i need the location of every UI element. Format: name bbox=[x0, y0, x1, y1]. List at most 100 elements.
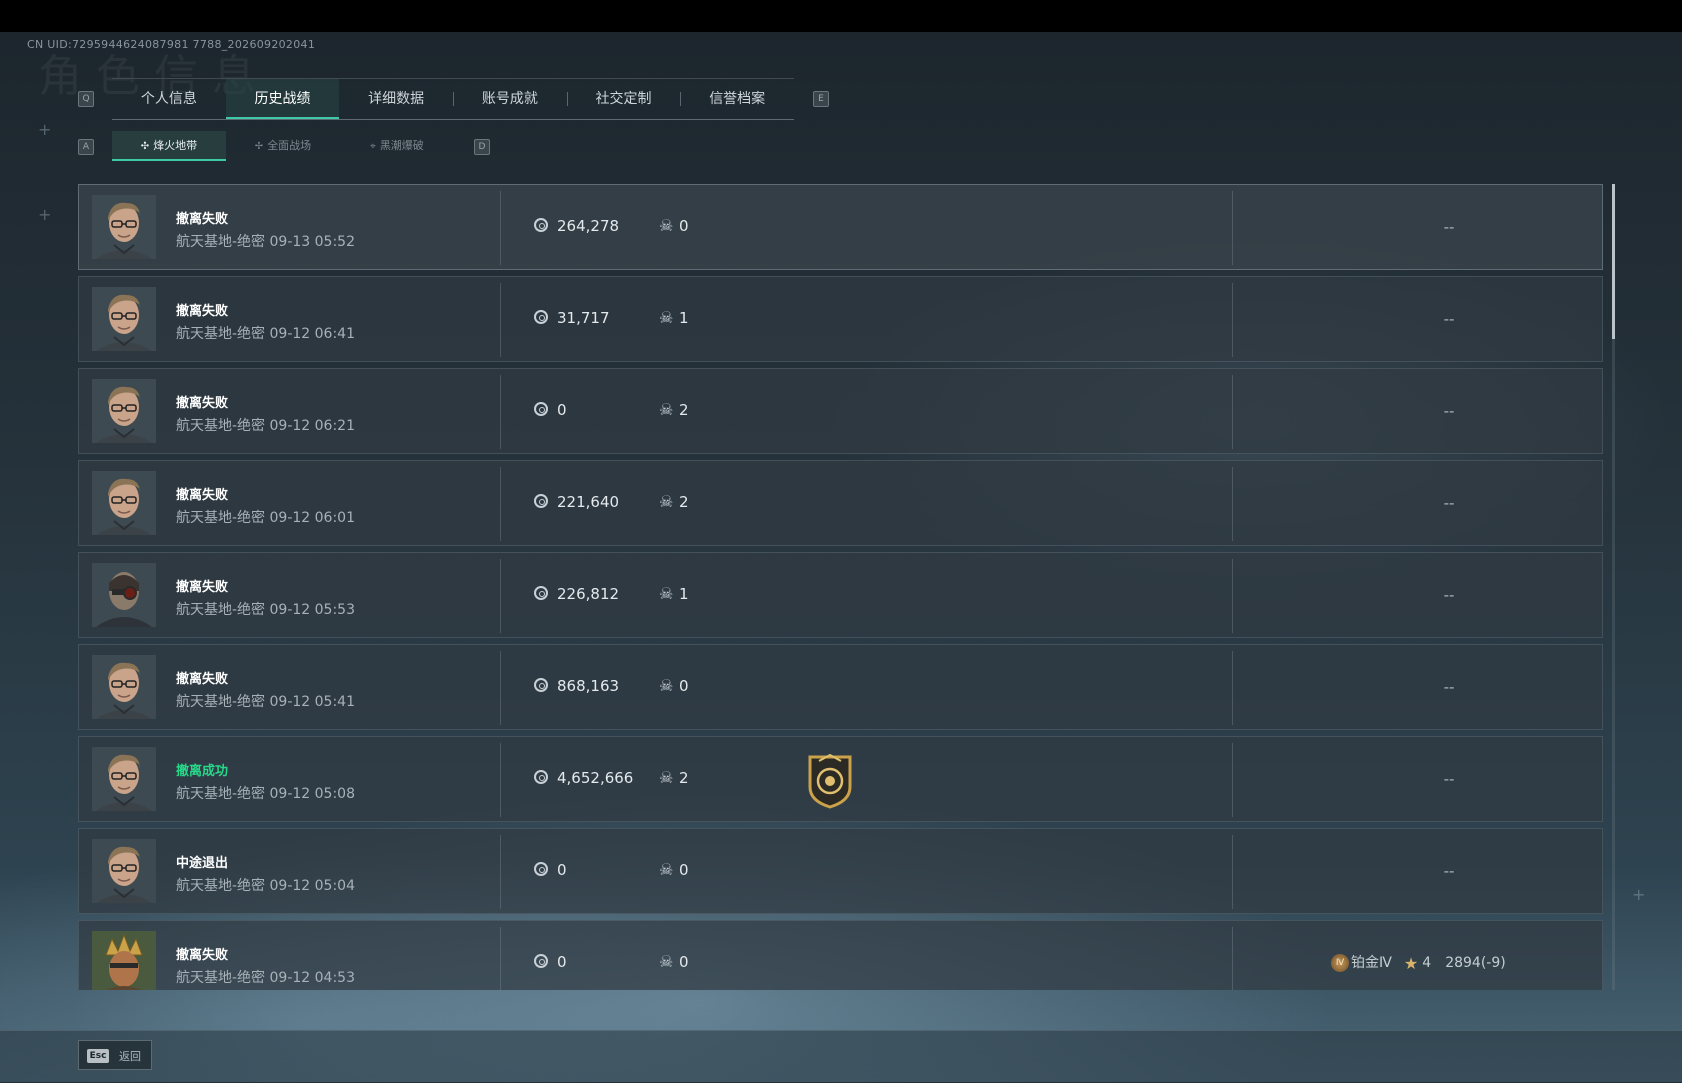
scrollbar[interactable] bbox=[1612, 184, 1615, 990]
mode-subtabs: ✣ 烽火地带 ✢ 全面战场 ⌖ 黑潮爆破 bbox=[112, 131, 454, 161]
subtab-label: 黑潮爆破 bbox=[379, 139, 424, 152]
row-divider bbox=[500, 191, 501, 265]
decor-plus-icon: + bbox=[1632, 885, 1646, 904]
skull-icon: ☠ bbox=[659, 308, 674, 327]
rank-change: -- bbox=[1443, 402, 1455, 420]
shield-badge-icon bbox=[808, 753, 852, 809]
kill-count: 0 bbox=[679, 217, 689, 235]
rank-score: 2894(-9) bbox=[1445, 955, 1506, 971]
kill-count: 1 bbox=[679, 309, 689, 327]
operator-avatar bbox=[92, 563, 156, 627]
rank-change: -- bbox=[1443, 310, 1455, 328]
kill-count: 0 bbox=[679, 861, 689, 879]
row-divider bbox=[500, 283, 501, 357]
match-row[interactable]: 撤离失败 航天基地-绝密 09-12 05:41 868,163 ☠ 0 -- bbox=[78, 644, 1603, 730]
coin-icon bbox=[534, 862, 548, 876]
rank-change: -- bbox=[1443, 770, 1455, 788]
decor-plus-icon: + bbox=[38, 205, 52, 224]
match-row[interactable]: 撤离失败 航天基地-绝密 09-12 05:53 226,812 ☠ 1 -- bbox=[78, 552, 1603, 638]
rank-change: -- bbox=[1443, 218, 1455, 236]
operator-avatar bbox=[92, 655, 156, 719]
rank-change: -- bbox=[1443, 494, 1455, 512]
skull-icon: ☠ bbox=[659, 584, 674, 603]
footer-bar bbox=[0, 1030, 1682, 1083]
subtab-2[interactable]: ⌖ 黑潮爆破 bbox=[340, 131, 454, 161]
decor-plus-icon: + bbox=[38, 120, 52, 139]
subtab-1[interactable]: ✢ 全面战场 bbox=[226, 131, 340, 161]
kill-count: 1 bbox=[679, 585, 689, 603]
skull-icon: ☠ bbox=[659, 216, 674, 235]
tab-4[interactable]: 社交定制 bbox=[566, 79, 681, 119]
row-divider bbox=[1232, 191, 1233, 265]
kill-count: 2 bbox=[679, 493, 689, 511]
kill-count: 2 bbox=[679, 401, 689, 419]
match-row[interactable]: 撤离失败 航天基地-绝密 09-13 05:52 264,278 ☠ 0 -- bbox=[78, 184, 1603, 270]
top-black-bar bbox=[0, 0, 1682, 32]
kill-count: 0 bbox=[679, 953, 689, 971]
operator-avatar bbox=[92, 747, 156, 811]
mode-icon: ⌖ bbox=[370, 141, 376, 152]
key-hint-q[interactable]: Q bbox=[78, 91, 94, 107]
row-divider bbox=[500, 559, 501, 633]
row-divider bbox=[500, 651, 501, 725]
tab-5[interactable]: 信誉档案 bbox=[680, 79, 794, 119]
loot-value: 0 bbox=[557, 953, 567, 971]
match-row[interactable]: 撤离失败 航天基地-绝密 09-12 06:01 221,640 ☠ 2 -- bbox=[78, 460, 1603, 546]
row-divider bbox=[1232, 375, 1233, 449]
skull-icon: ☠ bbox=[659, 492, 674, 511]
match-map-time: 航天基地-绝密 09-12 05:04 bbox=[176, 878, 355, 894]
match-status: 撤离失败 bbox=[176, 396, 229, 411]
row-divider bbox=[500, 375, 501, 449]
match-row[interactable]: 中途退出 航天基地-绝密 09-12 05:04 0 ☠ 0 -- bbox=[78, 828, 1603, 914]
match-row[interactable]: 撤离失败 航天基地-绝密 09-12 04:53 0 ☠ 0 Ⅳ 铂金Ⅳ ★ 4 2894(-9) bbox=[78, 920, 1603, 990]
rank-info: Ⅳ 铂金Ⅳ ★ 4 2894(-9) bbox=[1331, 952, 1506, 973]
match-status: 撤离失败 bbox=[176, 488, 229, 503]
operator-avatar bbox=[92, 471, 156, 535]
row-divider bbox=[500, 927, 501, 990]
match-row[interactable]: 撤离成功 航天基地-绝密 09-12 05:08 4,652,666 ☠ 2 -- bbox=[78, 736, 1603, 822]
tab-1[interactable]: 历史战绩 bbox=[225, 79, 340, 119]
key-hint-a[interactable]: A bbox=[78, 139, 94, 155]
rank-change: -- bbox=[1443, 862, 1455, 880]
match-map-time: 航天基地-绝密 09-12 06:41 bbox=[176, 326, 355, 342]
kill-count: 2 bbox=[679, 769, 689, 787]
back-button[interactable]: Esc 返回 bbox=[78, 1040, 152, 1070]
tab-2[interactable]: 详细数据 bbox=[339, 79, 453, 119]
row-divider bbox=[1232, 283, 1233, 357]
skull-icon: ☠ bbox=[659, 952, 674, 971]
loot-value: 31,717 bbox=[557, 309, 610, 327]
scrollbar-thumb[interactable] bbox=[1612, 184, 1615, 339]
match-status: 撤离失败 bbox=[176, 304, 229, 319]
match-status: 中途退出 bbox=[176, 856, 229, 871]
loot-value: 226,812 bbox=[557, 585, 620, 603]
coin-icon bbox=[534, 218, 548, 232]
mode-icon: ✢ bbox=[254, 141, 264, 152]
match-status: 撤离失败 bbox=[176, 672, 229, 687]
coin-icon bbox=[534, 494, 548, 508]
row-divider bbox=[500, 467, 501, 541]
tab-3[interactable]: 账号成就 bbox=[453, 79, 567, 119]
subtab-0[interactable]: ✣ 烽火地带 bbox=[112, 131, 226, 161]
match-map-time: 航天基地-绝密 09-12 05:53 bbox=[176, 602, 355, 618]
operator-avatar bbox=[92, 839, 156, 903]
row-divider bbox=[500, 835, 501, 909]
row-divider bbox=[1232, 651, 1233, 725]
loot-value: 0 bbox=[557, 401, 567, 419]
tier-label: 铂金Ⅳ bbox=[1351, 955, 1392, 971]
match-status: 撤离失败 bbox=[176, 948, 229, 963]
uid-label: CN UID:7295944624087981 7788_20260920204… bbox=[27, 38, 316, 51]
loot-value: 868,163 bbox=[557, 677, 620, 695]
skull-icon: ☠ bbox=[659, 768, 674, 787]
tab-0[interactable]: 个人信息 bbox=[112, 79, 226, 119]
star-count: 4 bbox=[1422, 955, 1432, 971]
skull-icon: ☠ bbox=[659, 860, 674, 879]
match-row[interactable]: 撤离失败航天基地-绝密 09-12 06:41 31,717 ☠ 1 -- bbox=[78, 276, 1603, 362]
key-hint-d[interactable]: D bbox=[474, 139, 490, 155]
match-status: 撤离失败 bbox=[176, 580, 229, 595]
coin-icon bbox=[534, 954, 548, 968]
key-hint-e[interactable]: E bbox=[813, 91, 829, 107]
row-divider bbox=[1232, 835, 1233, 909]
match-row[interactable]: 撤离失败 航天基地-绝密 09-12 06:21 0 ☠ 2 -- bbox=[78, 368, 1603, 454]
coin-icon bbox=[534, 678, 548, 692]
coin-icon bbox=[534, 770, 548, 784]
